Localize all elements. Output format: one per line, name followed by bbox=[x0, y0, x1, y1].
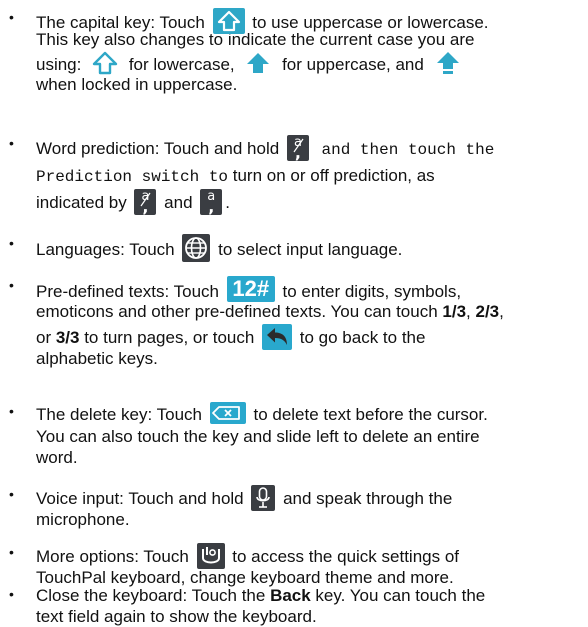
text-run: . bbox=[225, 193, 230, 212]
text-run: emoticons and other pre-defined texts. Y… bbox=[36, 302, 443, 321]
prediction-off-icon: a, bbox=[134, 189, 157, 215]
capital-key-icon bbox=[212, 8, 245, 34]
list-item-text: The capital key: Touch to use uppercase … bbox=[36, 8, 584, 95]
globe-icon bbox=[182, 234, 211, 262]
text-run: Word prediction: Touch and hold bbox=[36, 139, 284, 158]
text-run: or bbox=[36, 328, 56, 347]
text-run: alphabetic keys. bbox=[36, 349, 158, 368]
text-run: Languages: Touch bbox=[36, 240, 180, 259]
lowercase-icon bbox=[89, 50, 122, 76]
text-run: when locked in uppercase. bbox=[36, 75, 238, 94]
numbers-key-icon: 12# bbox=[226, 276, 275, 302]
text-run: word. bbox=[36, 448, 78, 467]
back-arrow-icon bbox=[262, 324, 293, 350]
numbers-key-label: 12# bbox=[232, 276, 270, 301]
text-run: for uppercase, and bbox=[277, 55, 429, 74]
text-line: Prediction switch to turn on or off pred… bbox=[36, 164, 584, 188]
text-run: and bbox=[159, 193, 198, 212]
bullet-marker: • bbox=[9, 9, 14, 25]
touchpal-options-icon bbox=[196, 543, 225, 569]
text-run: text field again to show the keyboard. bbox=[36, 607, 317, 626]
bullet-marker: • bbox=[9, 486, 14, 502]
bullet-marker: • bbox=[9, 544, 14, 560]
text-run: Voice input: Touch and hold bbox=[36, 489, 249, 508]
text-run: and speak through the bbox=[278, 489, 453, 508]
text-run: Pre-defined texts: Touch bbox=[36, 282, 224, 301]
text-run: This key also changes to indicate the cu… bbox=[36, 30, 475, 49]
list-item-text: Pre-defined texts: Touch 12# to enter di… bbox=[36, 276, 584, 369]
text-line: text field again to show the keyboard. bbox=[36, 606, 584, 627]
text-run: microphone. bbox=[36, 510, 130, 529]
text-line: This key also changes to indicate the cu… bbox=[36, 29, 584, 50]
text-line: Voice input: Touch and hold and speak th… bbox=[36, 485, 584, 511]
text-line: alphabetic keys. bbox=[36, 348, 584, 369]
text-line: Pre-defined texts: Touch 12# to enter di… bbox=[36, 276, 584, 302]
text-line: The delete key: Touch to delete text bef… bbox=[36, 402, 584, 426]
text-line: microphone. bbox=[36, 509, 584, 530]
text-run: to delete text before the cursor. bbox=[248, 405, 488, 424]
list-item-text: The delete key: Touch to delete text bef… bbox=[36, 402, 584, 468]
bullet-marker: • bbox=[9, 586, 14, 602]
text-run: to enter digits, symbols, bbox=[277, 282, 462, 301]
text-run: , bbox=[499, 302, 504, 321]
text-run: to go back to the bbox=[295, 328, 426, 347]
text-line: or 3/3 to turn pages, or touch to go bac… bbox=[36, 324, 584, 350]
text-run: indicated by bbox=[36, 193, 132, 212]
capslock-icon bbox=[431, 50, 464, 76]
bullet-marker: • bbox=[9, 277, 14, 293]
text-run: turn on or off prediction, as bbox=[228, 166, 435, 185]
text-line: Word prediction: Touch and hold a, and t… bbox=[36, 134, 584, 164]
text-line: More options: Touch to access the quick … bbox=[36, 543, 584, 569]
text-run: More options: Touch bbox=[36, 547, 194, 566]
text-run: You can also touch the key and slide lef… bbox=[36, 427, 480, 446]
text-line: when locked in uppercase. bbox=[36, 74, 584, 95]
text-run: The delete key: Touch bbox=[36, 405, 207, 424]
bold-text: 3/3 bbox=[55, 328, 80, 347]
text-line: emoticons and other pre-defined texts. Y… bbox=[36, 300, 584, 324]
list-item-text: More options: Touch to access the quick … bbox=[36, 543, 584, 588]
delete-key-icon bbox=[209, 402, 246, 424]
list-item-text: Word prediction: Touch and hold a, and t… bbox=[36, 134, 584, 218]
text-run: to turn pages, or touch bbox=[79, 328, 260, 347]
text-line: word. bbox=[36, 447, 584, 468]
monospace-text: Prediction switch to bbox=[36, 168, 229, 186]
bold-text: 2/3 bbox=[475, 302, 500, 321]
text-run: using: bbox=[36, 55, 87, 74]
text-run: key. You can touch the bbox=[310, 586, 486, 605]
microphone-icon bbox=[251, 485, 276, 511]
text-run: to select input language. bbox=[213, 240, 403, 259]
prediction-key-icon: a, bbox=[286, 135, 309, 161]
text-line: indicated by a, and a,. bbox=[36, 188, 584, 218]
bold-text: 1/3 bbox=[442, 302, 467, 321]
text-line: Languages: Touch to select input languag… bbox=[36, 234, 584, 262]
text-line: using: for lowercase, for uppercase, and bbox=[36, 50, 584, 76]
uppercase-icon bbox=[242, 50, 275, 76]
text-line: The capital key: Touch to use uppercase … bbox=[36, 8, 584, 34]
prediction-on-icon: a, bbox=[200, 189, 223, 215]
text-line: You can also touch the key and slide lef… bbox=[36, 426, 584, 447]
text-run: Close the keyboard: Touch the bbox=[36, 586, 271, 605]
list-item-text: Voice input: Touch and hold and speak th… bbox=[36, 485, 584, 530]
bullet-marker: • bbox=[9, 135, 14, 151]
bold-text: Back bbox=[270, 586, 311, 605]
text-run: to access the quick settings of bbox=[227, 547, 460, 566]
bullet-marker: • bbox=[9, 403, 14, 419]
monospace-text: and then touch the bbox=[311, 141, 495, 159]
text-line: Close the keyboard: Touch the Back key. … bbox=[36, 585, 584, 606]
text-run: for lowercase, bbox=[124, 55, 240, 74]
bullet-marker: • bbox=[9, 235, 14, 251]
list-item-text: Languages: Touch to select input languag… bbox=[36, 234, 584, 262]
